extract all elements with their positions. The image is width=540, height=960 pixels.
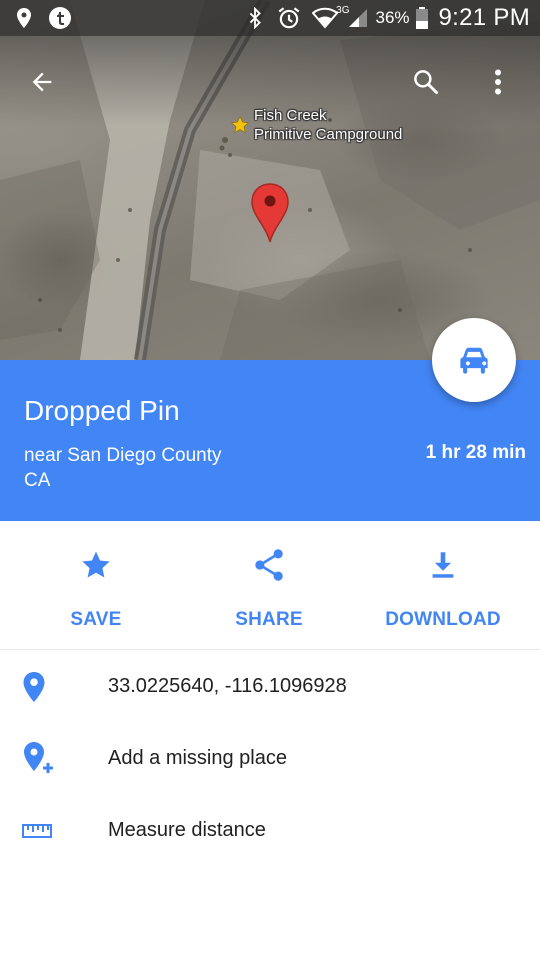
place-marker-icon bbox=[23, 672, 45, 702]
wifi-icon bbox=[312, 7, 339, 29]
coordinates-row[interactable]: 33.0225640, -116.1096928 bbox=[0, 651, 540, 723]
more-vert-icon bbox=[495, 69, 501, 95]
coordinates-text: 33.0225640, -116.1096928 bbox=[108, 675, 347, 697]
alarm-icon bbox=[278, 7, 300, 29]
location-icon bbox=[17, 8, 31, 28]
download-button[interactable]: DOWNLOAD bbox=[363, 547, 523, 631]
share-icon bbox=[255, 549, 283, 581]
map-view[interactable]: Fish Creek Primitive Campground bbox=[0, 0, 540, 360]
download-label: DOWNLOAD bbox=[385, 609, 501, 630]
network-type: 3G bbox=[336, 4, 350, 16]
directions-button[interactable] bbox=[432, 318, 516, 402]
download-icon bbox=[432, 552, 454, 578]
add-location-icon bbox=[24, 742, 53, 773]
share-button[interactable]: SHARE bbox=[189, 547, 349, 631]
star-icon bbox=[230, 115, 250, 134]
measure-distance-text: Measure distance bbox=[108, 819, 266, 841]
car-icon bbox=[460, 347, 488, 374]
place-title: Dropped Pin bbox=[24, 395, 180, 426]
bluetooth-icon bbox=[249, 7, 262, 29]
battery-icon bbox=[415, 7, 428, 29]
map-place-label-line2: Primitive Campground bbox=[254, 126, 403, 143]
tumblr-icon bbox=[49, 7, 71, 29]
ruler-icon bbox=[22, 824, 52, 838]
add-missing-place-row[interactable]: Add a missing place bbox=[0, 723, 540, 795]
save-label: SAVE bbox=[70, 609, 122, 630]
travel-time: 1 hr 28 min bbox=[425, 442, 526, 463]
battery-percent: 36% bbox=[375, 8, 410, 27]
measure-distance-row[interactable]: Measure distance bbox=[0, 795, 540, 867]
map-pin-icon[interactable] bbox=[250, 182, 290, 244]
search-icon bbox=[414, 70, 439, 95]
map-place-label[interactable]: Fish Creek Primitive Campground bbox=[254, 106, 402, 144]
place-subtitle: near San Diego County CA bbox=[24, 443, 324, 493]
add-missing-place-text: Add a missing place bbox=[108, 747, 287, 769]
back-button[interactable] bbox=[24, 64, 60, 100]
clock-time: 9:21 PM bbox=[438, 4, 530, 31]
save-button[interactable]: SAVE bbox=[16, 547, 176, 631]
search-button[interactable] bbox=[408, 64, 444, 100]
back-arrow-icon bbox=[32, 72, 52, 92]
status-bar: 3G 36% 9:21 PM bbox=[0, 0, 540, 36]
star-icon bbox=[82, 551, 110, 578]
place-subtitle-line2: CA bbox=[24, 470, 51, 491]
signal-icon bbox=[349, 9, 368, 27]
more-options-button[interactable] bbox=[484, 64, 512, 100]
share-label: SHARE bbox=[235, 609, 303, 630]
action-bar: SAVE SHARE DOWNLOAD bbox=[0, 521, 540, 650]
place-subtitle-line1: near San Diego County bbox=[24, 445, 222, 466]
map-place-label-line1: Fish Creek bbox=[254, 107, 327, 124]
